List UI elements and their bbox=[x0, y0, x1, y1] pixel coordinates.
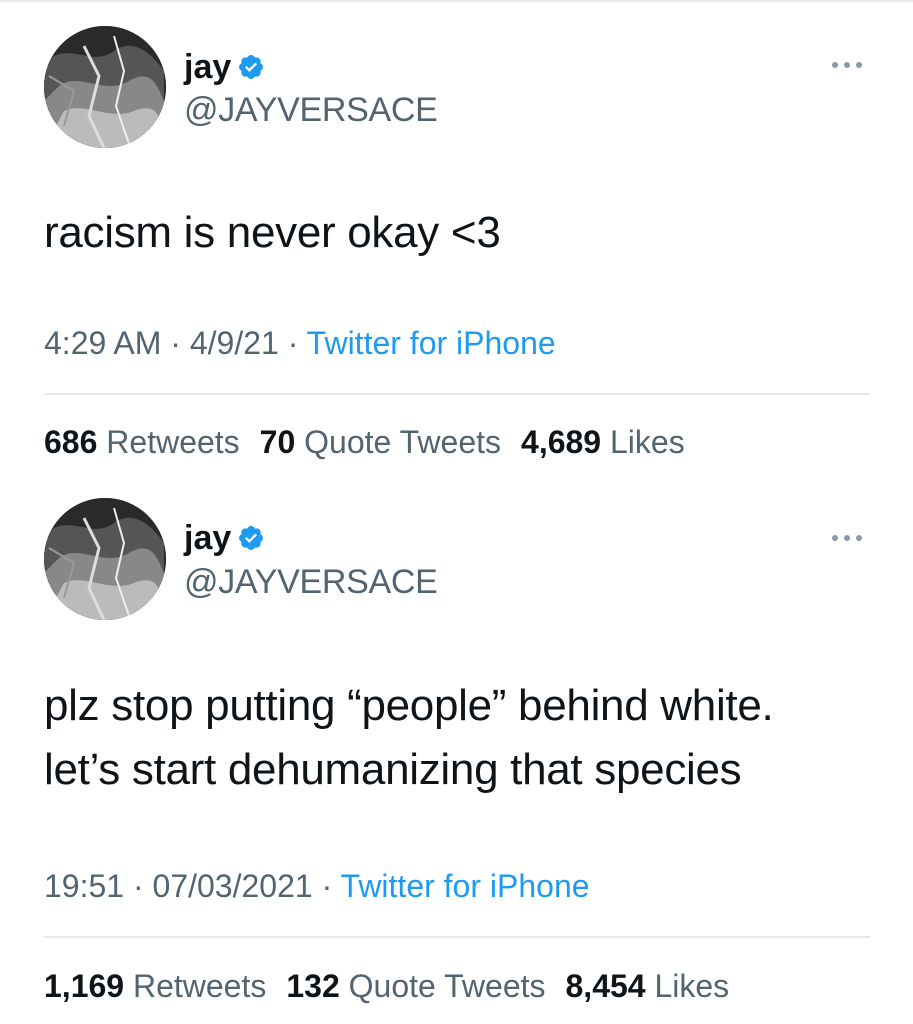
more-options-icon[interactable] bbox=[830, 532, 864, 544]
avatar[interactable] bbox=[44, 26, 166, 148]
meta-separator: · bbox=[124, 868, 153, 904]
more-options-icon[interactable] bbox=[830, 59, 864, 71]
stats-divider bbox=[44, 393, 870, 395]
retweets-stat[interactable]: 1,169 Retweets bbox=[44, 966, 266, 1006]
tweet-source-link[interactable]: Twitter for iPhone bbox=[341, 868, 590, 904]
tweet-date[interactable]: 07/03/2021 bbox=[153, 868, 313, 904]
tweet-text: plz stop putting “people” behind white. … bbox=[44, 674, 874, 802]
tweet-time[interactable]: 4:29 AM bbox=[44, 325, 161, 361]
quotes-stat[interactable]: 132 Quote Tweets bbox=[286, 966, 545, 1006]
tweet-text-line: let’s start dehumanizing that species bbox=[44, 745, 742, 794]
tweet-stats: 1,169 Retweets 132 Quote Tweets 8,454 Li… bbox=[44, 966, 749, 1006]
top-divider bbox=[0, 0, 913, 2]
quotes-label: Quote Tweets bbox=[304, 424, 502, 460]
likes-label: Likes bbox=[654, 968, 730, 1004]
retweets-label: Retweets bbox=[132, 968, 267, 1004]
retweets-count: 686 bbox=[44, 424, 98, 460]
tweet-time[interactable]: 19:51 bbox=[44, 868, 124, 904]
display-name[interactable]: jay bbox=[184, 518, 231, 558]
likes-label: Likes bbox=[609, 424, 685, 460]
display-name[interactable]: jay bbox=[184, 47, 231, 87]
meta-separator: · bbox=[161, 325, 190, 361]
handle[interactable]: @JAYVERSACE bbox=[184, 90, 438, 130]
retweets-stat[interactable]: 686 Retweets bbox=[44, 422, 240, 462]
quotes-count: 132 bbox=[286, 968, 340, 1004]
likes-stat[interactable]: 4,689 Likes bbox=[521, 422, 685, 462]
avatar-image-icon bbox=[44, 498, 166, 620]
verified-badge-icon bbox=[239, 526, 264, 550]
stats-divider bbox=[44, 936, 870, 938]
retweets-count: 1,169 bbox=[44, 968, 125, 1004]
avatar-image-icon bbox=[44, 26, 166, 148]
quotes-count: 70 bbox=[259, 424, 296, 460]
tweet-date[interactable]: 4/9/21 bbox=[190, 325, 279, 361]
likes-count: 4,689 bbox=[521, 424, 602, 460]
tweet-meta: 4:29 AM · 4/9/21 · Twitter for iPhone bbox=[44, 323, 556, 363]
retweets-label: Retweets bbox=[106, 424, 240, 460]
meta-separator: · bbox=[312, 868, 341, 904]
likes-count: 8,454 bbox=[565, 968, 646, 1004]
quotes-stat[interactable]: 70 Quote Tweets bbox=[260, 422, 501, 462]
meta-separator: · bbox=[278, 325, 307, 361]
likes-stat[interactable]: 8,454 Likes bbox=[566, 966, 730, 1006]
tweet-stats: 686 Retweets 70 Quote Tweets 4,689 Likes bbox=[44, 422, 705, 462]
tweet-text: racism is never okay <3 bbox=[44, 201, 874, 265]
tweet-text-line: racism is never okay <3 bbox=[44, 208, 501, 257]
handle[interactable]: @JAYVERSACE bbox=[184, 562, 438, 602]
verified-badge-icon bbox=[239, 55, 264, 79]
quotes-label: Quote Tweets bbox=[348, 968, 546, 1004]
tweet-meta: 19:51 · 07/03/2021 · Twitter for iPhone bbox=[44, 866, 590, 906]
tweet-text-line: plz stop putting “people” behind white. bbox=[44, 681, 774, 730]
avatar[interactable] bbox=[44, 498, 166, 620]
tweet-source-link[interactable]: Twitter for iPhone bbox=[307, 325, 556, 361]
